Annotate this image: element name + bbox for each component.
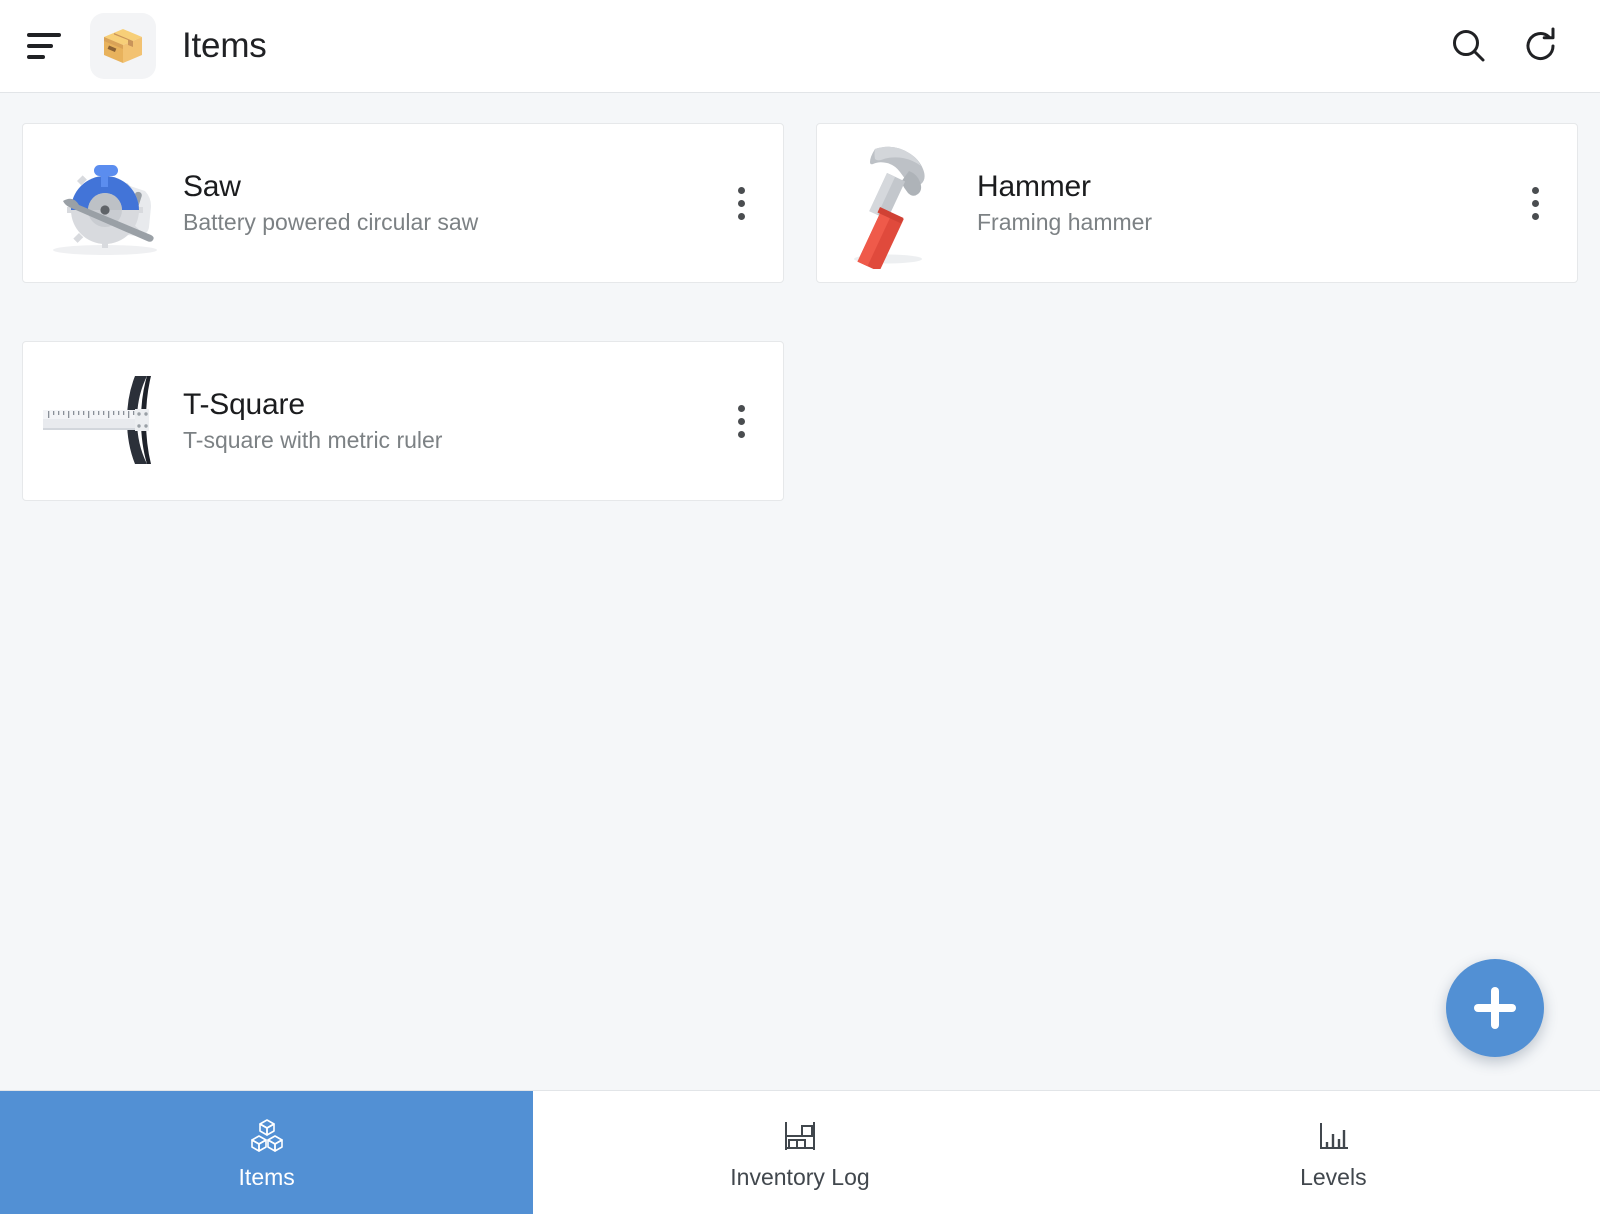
item-card-grid: Saw Battery powered circular saw Hammer … [22,123,1578,501]
page-title: Items [182,26,267,65]
search-icon[interactable] [1438,15,1500,77]
item-title: Saw [183,169,241,203]
hamburger-line-1 [27,33,61,37]
hamburger-sort-icon[interactable] [16,18,72,74]
main-content: Saw Battery powered circular saw Hammer … [0,93,1600,1090]
plus-icon-vertical [1491,987,1499,1029]
nav-tab-inventory-log[interactable]: Inventory Log [533,1091,1066,1214]
kebab-dot [1531,212,1539,220]
more-vertical-icon[interactable] [1511,173,1559,233]
item-text-block: T-Square T-square with metric ruler [175,389,717,454]
item-card-t-square[interactable]: T-Square T-square with metric ruler [22,341,784,501]
nav-tab-label: Items [238,1164,295,1190]
kebab-dot [1531,186,1539,194]
more-vertical-icon[interactable] [717,173,765,233]
t-square-ruler-icon [35,356,175,486]
add-item-fab[interactable] [1446,959,1544,1057]
package-box-icon [90,13,156,79]
refresh-icon[interactable] [1510,15,1572,77]
hamburger-line-2 [27,44,53,48]
nav-tab-label: Inventory Log [730,1164,870,1190]
item-text-block: Hammer Framing hammer [969,171,1511,236]
item-subtitle: Battery powered circular saw [183,209,479,236]
kebab-dot [737,404,745,412]
app-header: Items [0,0,1600,93]
item-card-saw[interactable]: Saw Battery powered circular saw [22,123,784,283]
hamburger-lines [27,33,61,59]
bar-chart-icon [1313,1116,1353,1156]
nav-tab-label: Levels [1300,1164,1367,1190]
kebab-dot [1531,199,1539,207]
kebab-dot [737,417,745,425]
app-root: Items Saw Battery powered circular saw H… [0,0,1600,1214]
shelf-icon [780,1116,820,1156]
item-subtitle: T-square with metric ruler [183,427,443,454]
item-title: Hammer [977,169,1091,203]
kebab-dot [737,430,745,438]
hammer-icon [829,138,969,269]
item-title: T-Square [183,387,305,421]
nav-tab-items[interactable]: Items [0,1091,534,1214]
item-card-hammer[interactable]: Hammer Framing hammer [816,123,1578,283]
hamburger-line-3 [27,55,45,59]
kebab-dot [737,199,745,207]
item-text-block: Saw Battery powered circular saw [175,171,717,236]
bottom-navigation: Items Inventory Log Levels [0,1090,1600,1214]
kebab-dot [737,212,745,220]
item-subtitle: Framing hammer [977,209,1153,236]
more-vertical-icon[interactable] [717,391,765,451]
kebab-dot [737,186,745,194]
cubes-icon [247,1116,287,1156]
circular-saw-icon [35,138,175,268]
nav-tab-levels[interactable]: Levels [1067,1091,1600,1214]
